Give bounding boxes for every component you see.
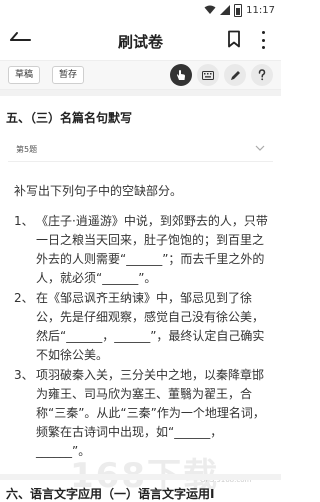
question-item: 2、 在《邹忌讽齐王纳谏》中，邹忌见到了徐公，先是仔细观察，感觉自己没有徐公美，… [14,289,268,365]
hand-pointer-icon [177,70,185,80]
item-number: 2、 [14,291,34,305]
answer-toolbar: 草稿 暂存 [0,61,281,90]
status-time: 11:17 [246,4,275,16]
divider [0,90,281,96]
question-header[interactable]: 第5题 [8,139,273,162]
gesture-tool-button[interactable] [170,64,192,86]
status-bar: 11:17 [0,0,281,20]
section-heading: 六、语言文字应用（一）语言文字运用Ⅰ [6,487,215,501]
chevron-down-icon[interactable] [255,145,265,151]
question-number: 第5题 [16,145,38,154]
keyboard-tool-button[interactable] [197,64,219,86]
question-item: 3、 项羽破秦入关，三分关中之地，以秦降章邯为雍王、司马欣为塞王、董翳为翟王，合… [14,366,268,461]
more-options-icon[interactable] [257,31,269,49]
section-heading: 五、（三）名篇名句默写 [6,111,133,125]
item-number: 1、 [14,214,34,228]
question-instruction: 补写出下列句子中的空缺部分。 [14,184,183,198]
help-button[interactable] [251,64,273,86]
question-item: 1、 《庄子·逍遥游》中说，到郊野去的人，只带一日之粮当天回来，肚子饱饱的；到百… [14,212,268,288]
pen-tool-button[interactable] [224,64,246,86]
divider [0,474,281,480]
signal-icon [220,5,231,15]
save-draft-button[interactable]: 暂存 [52,66,85,84]
app-header: 刷试卷 [0,20,281,61]
pencil-icon [230,70,240,80]
keyboard-icon [202,70,214,80]
question-mark-icon [258,69,266,81]
item-number: 3、 [14,368,34,382]
wifi-icon [204,5,216,14]
draft-button[interactable]: 草稿 [8,66,41,84]
item-text: 项羽破秦入关，三分关中之地，以秦降章邯为雍王、司马欣为塞王、董翳为翟王，合称“三… [36,368,265,458]
battery-icon [234,3,243,17]
item-text: 《庄子·逍遥游》中说，到郊野去的人，只带一日之粮当天回来，肚子饱饱的；到百里之外… [36,214,268,285]
item-text: 在《邹忌讽齐王纳谏》中，邹忌见到了徐公，先是仔细观察，感觉自己没有徐公美，然后“… [36,291,265,362]
bookmark-icon[interactable] [227,30,241,48]
